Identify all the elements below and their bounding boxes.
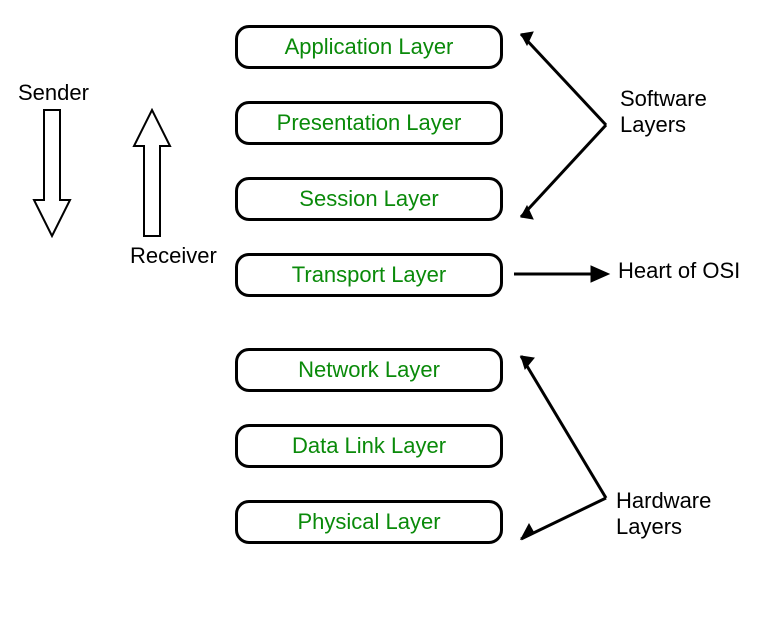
osi-diagram: Application Layer Presentation Layer Ses…	[0, 0, 781, 638]
layer-label: Data Link Layer	[292, 433, 446, 459]
bracket-hardware-icon	[511, 350, 611, 545]
hardware-layers-label: Hardware Layers	[616, 488, 711, 541]
software-layers-label: Software Layers	[620, 86, 707, 139]
layer-label: Physical Layer	[297, 509, 440, 535]
sender-label: Sender	[18, 80, 89, 106]
bracket-software-icon	[511, 28, 611, 223]
layer-label: Session Layer	[299, 186, 438, 212]
layer-network: Network Layer	[235, 348, 503, 392]
hardware-layers-line2: Layers	[616, 514, 682, 539]
layer-label: Application Layer	[285, 34, 454, 60]
layer-session: Session Layer	[235, 177, 503, 221]
hardware-layers-line1: Hardware	[616, 488, 711, 513]
layer-presentation: Presentation Layer	[235, 101, 503, 145]
arrow-right-icon	[511, 260, 611, 288]
receiver-label: Receiver	[130, 243, 217, 269]
heart-of-osi-label: Heart of OSI	[618, 258, 740, 284]
software-layers-line2: Layers	[620, 112, 686, 137]
arrow-up-icon	[132, 108, 172, 238]
arrow-down-icon	[32, 108, 72, 238]
layer-datalink: Data Link Layer	[235, 424, 503, 468]
layer-application: Application Layer	[235, 25, 503, 69]
layer-label: Transport Layer	[292, 262, 446, 288]
layer-label: Network Layer	[298, 357, 440, 383]
layer-label: Presentation Layer	[277, 110, 462, 136]
software-layers-line1: Software	[620, 86, 707, 111]
layer-physical: Physical Layer	[235, 500, 503, 544]
layer-transport: Transport Layer	[235, 253, 503, 297]
